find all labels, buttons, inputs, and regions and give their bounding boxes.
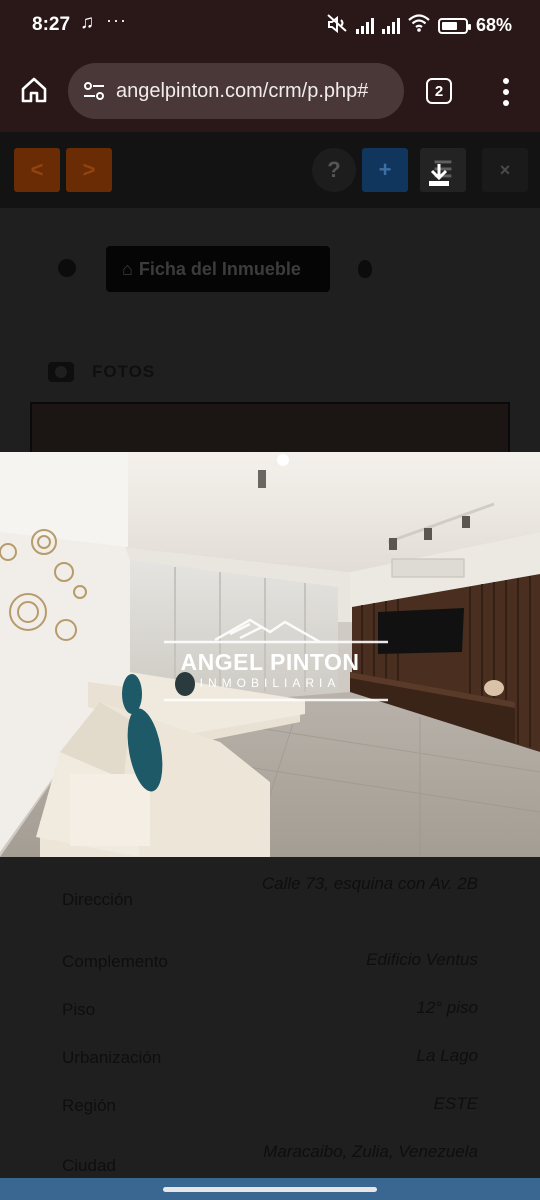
close-button[interactable]: × [482,148,528,192]
add-button[interactable]: + [362,148,408,192]
fotos-header: FOTOS [48,357,155,387]
mute-icon [326,13,348,38]
chevron-right-icon: > [82,157,96,182]
detail-label: Piso [62,1000,96,1019]
lightbox-image[interactable]: ANGEL PINTON INMOBILIARIA [0,452,540,857]
fotos-label: FOTOS [92,362,156,381]
status-time: 8:27 [32,14,71,35]
next-button[interactable]: > [66,148,112,192]
more-notifications-icon: ··· [106,10,127,30]
tab-switcher-icon[interactable]: 2 [426,78,452,104]
browser-chrome: 8:27 ♫ ··· 68% angelpinton.com/crm/p.php… [0,0,540,132]
battery-icon [437,17,471,34]
plus-icon: + [378,157,392,182]
address-field[interactable]: angelpinton.com/crm/p.php# [68,63,404,119]
page-toolbar: < > ? + ☰ × [0,132,540,208]
more-menu-icon[interactable] [494,76,518,108]
home-gesture-handle[interactable] [163,1187,377,1192]
tab-ficha-label: Ficha del Inmueble [138,258,301,279]
url-text[interactable]: angelpinton.com/crm/p.php# [116,80,368,103]
watermark-subtitle: INMOBILIARIA [199,676,341,690]
camera-icon [48,362,74,382]
detail-value: 12° piso [416,998,478,1017]
detail-label: Ciudad [62,1156,116,1175]
help-icon: ? [327,157,341,182]
download-icon[interactable] [427,162,451,188]
home-icon[interactable] [18,74,50,106]
gesture-nav-bar [0,1178,540,1200]
watermark-name: ANGEL PINTON [180,649,360,675]
prev-button[interactable]: < [14,148,60,192]
detail-label: Urbanización [62,1048,162,1067]
detail-value: ESTE [433,1094,478,1113]
fire-icon[interactable] [358,260,372,278]
url-bar: angelpinton.com/crm/p.php# 2 [0,56,540,128]
detail-label: Región [62,1096,116,1115]
tab-ficha-inmueble[interactable]: ⌂ Ficha del Inmueble [106,246,330,292]
status-right: 68% [326,13,512,38]
house-icon: ⌂ [122,258,133,279]
close-icon: × [499,159,511,180]
status-bar: 8:27 ♫ ··· 68% [0,0,540,52]
signal-2-icon [381,17,400,34]
tiktok-icon: ♫ [80,12,95,33]
detail-value: Edificio Ventus [366,950,478,969]
chevron-left-icon: < [30,157,44,182]
detail-value: Maracaibo, Zulia, Venezuela [263,1142,478,1161]
site-settings-icon[interactable] [82,79,106,103]
detail-label: Complemento [62,952,168,971]
detail-value: La Lago [416,1046,478,1065]
battery-percent: 68% [475,15,512,35]
wifi-icon [408,14,430,37]
property-tabs: ⌂ Ficha del Inmueble [0,242,540,292]
detail-label: Dirección [62,890,133,909]
help-button[interactable]: ? [312,148,356,192]
clock-icon[interactable] [58,259,76,277]
signal-1-icon [355,17,374,34]
detail-value: Calle 73, esquina con Av. 2B [261,874,478,893]
